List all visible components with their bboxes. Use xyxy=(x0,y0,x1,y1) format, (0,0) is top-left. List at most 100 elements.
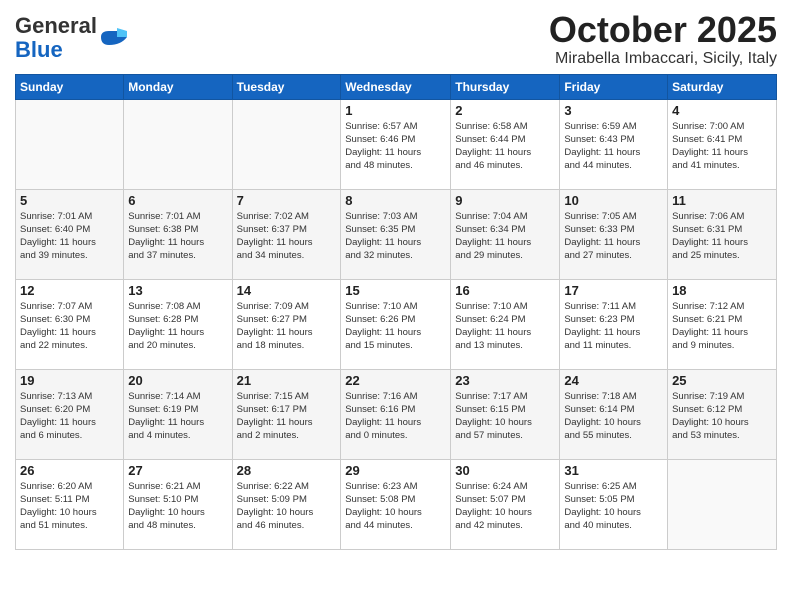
table-row: 14 Sunrise: 7:09 AMSunset: 6:27 PMDayligh… xyxy=(232,279,341,369)
table-row: 29 Sunrise: 6:23 AMSunset: 5:08 PMDayligh… xyxy=(341,459,451,549)
table-row xyxy=(668,459,777,549)
day-number: 20 xyxy=(128,373,227,388)
table-row: 31Sunrise: 6:25 AMSunset: 5:05 PMDayligh… xyxy=(560,459,668,549)
day-number: 19 xyxy=(20,373,119,388)
day-number: 4 xyxy=(672,103,772,118)
day-info: Sunrise: 7:03 AMSunset: 6:35 PMDaylight:… xyxy=(345,210,446,263)
day-number: 17 xyxy=(564,283,663,298)
table-row: 30Sunrise: 6:24 AMSunset: 5:07 PMDayligh… xyxy=(451,459,560,549)
table-row: 19 Sunrise: 7:13 AMSunset: 6:20 PMDayligh… xyxy=(16,369,124,459)
day-info: Sunrise: 7:17 AMSunset: 6:15 PMDaylight:… xyxy=(455,390,555,443)
table-row: 3 Sunrise: 6:59 AMSunset: 6:43 PMDaylight… xyxy=(560,99,668,189)
logo-icon xyxy=(99,23,129,53)
day-number: 23 xyxy=(455,373,555,388)
day-info: Sunrise: 7:15 AMSunset: 6:17 PMDaylight:… xyxy=(237,390,337,443)
day-info: Sunrise: 7:12 AMSunset: 6:21 PMDaylight:… xyxy=(672,300,772,353)
table-row: 10Sunrise: 7:05 AMSunset: 6:33 PMDayligh… xyxy=(560,189,668,279)
day-info: Sunrise: 7:01 AMSunset: 6:40 PMDaylight:… xyxy=(20,210,119,263)
table-row: 27 Sunrise: 6:21 AMSunset: 5:10 PMDayligh… xyxy=(124,459,232,549)
day-info: Sunrise: 6:59 AMSunset: 6:43 PMDaylight:… xyxy=(564,120,663,173)
table-row: 22 Sunrise: 7:16 AMSunset: 6:16 PMDayligh… xyxy=(341,369,451,459)
logo-general-text: General xyxy=(15,13,97,38)
day-number: 16 xyxy=(455,283,555,298)
logo-blue-text: Blue xyxy=(15,37,63,62)
table-row: 21 Sunrise: 7:15 AMSunset: 6:17 PMDayligh… xyxy=(232,369,341,459)
day-number: 3 xyxy=(564,103,663,118)
day-info: Sunrise: 7:06 AMSunset: 6:31 PMDaylight:… xyxy=(672,210,772,263)
day-number: 27 xyxy=(128,463,227,478)
table-row: 24Sunrise: 7:18 AMSunset: 6:14 PMDayligh… xyxy=(560,369,668,459)
day-number: 28 xyxy=(237,463,337,478)
table-row: 13 Sunrise: 7:08 AMSunset: 6:28 PMDayligh… xyxy=(124,279,232,369)
day-number: 25 xyxy=(672,373,772,388)
day-number: 21 xyxy=(237,373,337,388)
day-info: Sunrise: 7:19 AMSunset: 6:12 PMDaylight:… xyxy=(672,390,772,443)
day-number: 8 xyxy=(345,193,446,208)
day-number: 15 xyxy=(345,283,446,298)
table-row: 8 Sunrise: 7:03 AMSunset: 6:35 PMDaylight… xyxy=(341,189,451,279)
day-number: 9 xyxy=(455,193,555,208)
day-number: 7 xyxy=(237,193,337,208)
page-container: General Blue October 2025 Mirabella Imba… xyxy=(0,0,792,555)
location: Mirabella Imbaccari, Sicily, Italy xyxy=(549,50,777,68)
calendar-week-row: 1 Sunrise: 6:57 AMSunset: 6:46 PMDaylight… xyxy=(16,99,777,189)
table-row xyxy=(16,99,124,189)
table-row: 7 Sunrise: 7:02 AMSunset: 6:37 PMDaylight… xyxy=(232,189,341,279)
table-row: 23 Sunrise: 7:17 AMSunset: 6:15 PMDayligh… xyxy=(451,369,560,459)
day-number: 13 xyxy=(128,283,227,298)
day-info: Sunrise: 7:13 AMSunset: 6:20 PMDaylight:… xyxy=(20,390,119,443)
day-number: 24 xyxy=(564,373,663,388)
day-number: 12 xyxy=(20,283,119,298)
day-number: 14 xyxy=(237,283,337,298)
table-row xyxy=(232,99,341,189)
day-info: Sunrise: 7:09 AMSunset: 6:27 PMDaylight:… xyxy=(237,300,337,353)
day-info: Sunrise: 6:21 AMSunset: 5:10 PMDaylight:… xyxy=(128,480,227,533)
table-row: 12 Sunrise: 7:07 AMSunset: 6:30 PMDayligh… xyxy=(16,279,124,369)
header: General Blue October 2025 Mirabella Imba… xyxy=(15,10,777,68)
day-number: 5 xyxy=(20,193,119,208)
month-title: October 2025 xyxy=(549,10,777,50)
col-friday: Friday xyxy=(560,74,668,99)
calendar-week-row: 12 Sunrise: 7:07 AMSunset: 6:30 PMDayligh… xyxy=(16,279,777,369)
table-row: 5 Sunrise: 7:01 AMSunset: 6:40 PMDaylight… xyxy=(16,189,124,279)
table-row: 25 Sunrise: 7:19 AMSunset: 6:12 PMDayligh… xyxy=(668,369,777,459)
table-row: 17 Sunrise: 7:11 AMSunset: 6:23 PMDayligh… xyxy=(560,279,668,369)
day-info: Sunrise: 7:16 AMSunset: 6:16 PMDaylight:… xyxy=(345,390,446,443)
logo: General Blue xyxy=(15,14,129,62)
day-number: 2 xyxy=(455,103,555,118)
calendar-week-row: 5 Sunrise: 7:01 AMSunset: 6:40 PMDaylight… xyxy=(16,189,777,279)
day-info: Sunrise: 6:57 AMSunset: 6:46 PMDaylight:… xyxy=(345,120,446,173)
day-info: Sunrise: 6:23 AMSunset: 5:08 PMDaylight:… xyxy=(345,480,446,533)
day-info: Sunrise: 6:20 AMSunset: 5:11 PMDaylight:… xyxy=(20,480,119,533)
day-info: Sunrise: 6:24 AMSunset: 5:07 PMDaylight:… xyxy=(455,480,555,533)
day-info: Sunrise: 7:10 AMSunset: 6:26 PMDaylight:… xyxy=(345,300,446,353)
day-info: Sunrise: 7:08 AMSunset: 6:28 PMDaylight:… xyxy=(128,300,227,353)
table-row: 15 Sunrise: 7:10 AMSunset: 6:26 PMDayligh… xyxy=(341,279,451,369)
col-wednesday: Wednesday xyxy=(341,74,451,99)
day-info: Sunrise: 7:01 AMSunset: 6:38 PMDaylight:… xyxy=(128,210,227,263)
day-info: Sunrise: 7:02 AMSunset: 6:37 PMDaylight:… xyxy=(237,210,337,263)
table-row: 6 Sunrise: 7:01 AMSunset: 6:38 PMDaylight… xyxy=(124,189,232,279)
table-row: 9Sunrise: 7:04 AMSunset: 6:34 PMDaylight… xyxy=(451,189,560,279)
day-number: 22 xyxy=(345,373,446,388)
day-info: Sunrise: 7:11 AMSunset: 6:23 PMDaylight:… xyxy=(564,300,663,353)
day-info: Sunrise: 7:07 AMSunset: 6:30 PMDaylight:… xyxy=(20,300,119,353)
calendar-week-row: 19 Sunrise: 7:13 AMSunset: 6:20 PMDayligh… xyxy=(16,369,777,459)
day-number: 29 xyxy=(345,463,446,478)
table-row: 20 Sunrise: 7:14 AMSunset: 6:19 PMDayligh… xyxy=(124,369,232,459)
day-number: 1 xyxy=(345,103,446,118)
table-row: 2Sunrise: 6:58 AMSunset: 6:44 PMDaylight… xyxy=(451,99,560,189)
day-number: 11 xyxy=(672,193,772,208)
table-row: 18 Sunrise: 7:12 AMSunset: 6:21 PMDayligh… xyxy=(668,279,777,369)
col-monday: Monday xyxy=(124,74,232,99)
day-number: 18 xyxy=(672,283,772,298)
day-number: 6 xyxy=(128,193,227,208)
table-row: 1 Sunrise: 6:57 AMSunset: 6:46 PMDaylight… xyxy=(341,99,451,189)
day-info: Sunrise: 7:05 AMSunset: 6:33 PMDaylight:… xyxy=(564,210,663,263)
day-number: 26 xyxy=(20,463,119,478)
title-block: October 2025 Mirabella Imbaccari, Sicily… xyxy=(549,10,777,68)
col-saturday: Saturday xyxy=(668,74,777,99)
day-info: Sunrise: 7:14 AMSunset: 6:19 PMDaylight:… xyxy=(128,390,227,443)
calendar-week-row: 26 Sunrise: 6:20 AMSunset: 5:11 PMDayligh… xyxy=(16,459,777,549)
day-info: Sunrise: 6:22 AMSunset: 5:09 PMDaylight:… xyxy=(237,480,337,533)
